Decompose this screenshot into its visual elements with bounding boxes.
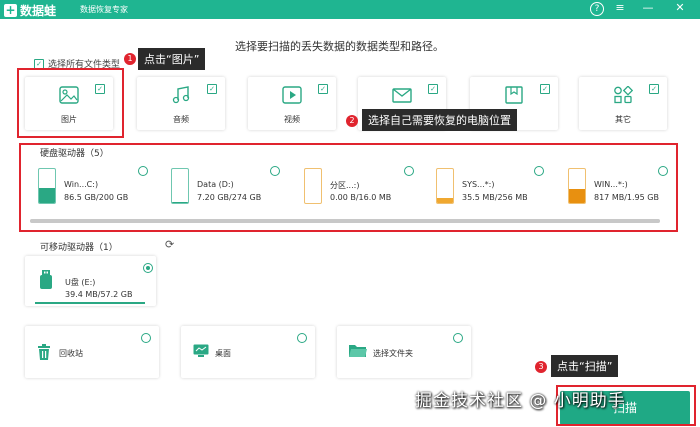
quick-location-recycle-bin[interactable]: 回收站 <box>25 326 159 378</box>
annotation-badge: 1 <box>124 53 136 65</box>
check-icon: ✓ <box>649 84 659 94</box>
annotation-highlight-drives <box>19 143 678 232</box>
annotation-tip: 点击“图片” <box>138 48 206 70</box>
drive-radio[interactable] <box>143 263 153 273</box>
annotation-tip: 点击“扫描” <box>551 355 619 377</box>
trash-icon <box>37 344 51 364</box>
quick-location-radio[interactable] <box>453 333 463 343</box>
document-icon <box>504 86 524 104</box>
check-icon: ✓ <box>34 58 44 69</box>
page-heading: 选择要扫描的丢失数据的数据类型和路径。 <box>235 40 444 53</box>
quick-location-radio[interactable] <box>297 333 307 343</box>
plus-icon: + <box>4 3 17 17</box>
email-icon <box>392 86 412 104</box>
annotation-badge: 2 <box>346 115 358 127</box>
quick-location-select-folder[interactable]: 选择文件夹 <box>337 326 471 378</box>
check-icon: ✓ <box>428 84 438 94</box>
folder-icon <box>349 344 367 362</box>
video-icon <box>282 86 302 104</box>
app-logo: + 数据蛙 <box>4 2 56 19</box>
app-subtitle: 数据恢复专家 <box>80 5 128 14</box>
close-icon[interactable]: ✕ <box>672 1 688 14</box>
quick-location-radio[interactable] <box>141 333 151 343</box>
file-type-audio[interactable]: ✓ 音频 <box>137 77 225 130</box>
other-icon <box>613 85 634 104</box>
app-logo-text: 数据蛙 <box>20 4 57 18</box>
help-icon[interactable]: ? <box>590 2 604 16</box>
title-bar: + 数据蛙 数据恢复专家 ? ≡ — ✕ <box>0 0 700 19</box>
music-icon <box>171 86 191 104</box>
check-icon: ✓ <box>540 84 550 94</box>
drive-size: 39.4 MB/57.2 GB <box>65 290 133 299</box>
file-type-label: 音频 <box>173 115 189 124</box>
quick-location-label: 回收站 <box>59 349 83 358</box>
check-icon: ✓ <box>318 84 328 94</box>
annotation-badge: 3 <box>535 361 547 373</box>
file-type-video[interactable]: ✓ 视频 <box>248 77 336 130</box>
menu-icon[interactable]: ≡ <box>612 1 628 14</box>
file-type-other[interactable]: ✓ 其它 <box>579 77 667 130</box>
watermark: 掘金技术社区 @ 小明助手 <box>415 391 626 411</box>
file-type-label: 其它 <box>615 115 631 124</box>
drive-name: U盘 (E:) <box>65 278 96 287</box>
refresh-icon[interactable]: ⟳ <box>165 238 174 251</box>
file-type-label: 视频 <box>284 115 300 124</box>
usb-icon <box>39 270 53 294</box>
removable-drive-item[interactable]: U盘 (E:) 39.4 MB/57.2 GB <box>25 256 156 306</box>
annotation-highlight-image <box>17 68 124 138</box>
check-icon: ✓ <box>207 84 217 94</box>
selected-underline <box>35 302 145 304</box>
quick-location-desktop[interactable]: 桌面 <box>181 326 315 378</box>
annotation-tip: 选择自己需要恢复的电脑位置 <box>362 109 517 131</box>
quick-location-label: 桌面 <box>215 349 231 358</box>
quick-location-label: 选择文件夹 <box>373 349 413 358</box>
desktop-icon <box>193 344 209 362</box>
removable-drives-title: 可移动驱动器（1） <box>40 243 118 253</box>
minimize-icon[interactable]: — <box>640 1 656 14</box>
